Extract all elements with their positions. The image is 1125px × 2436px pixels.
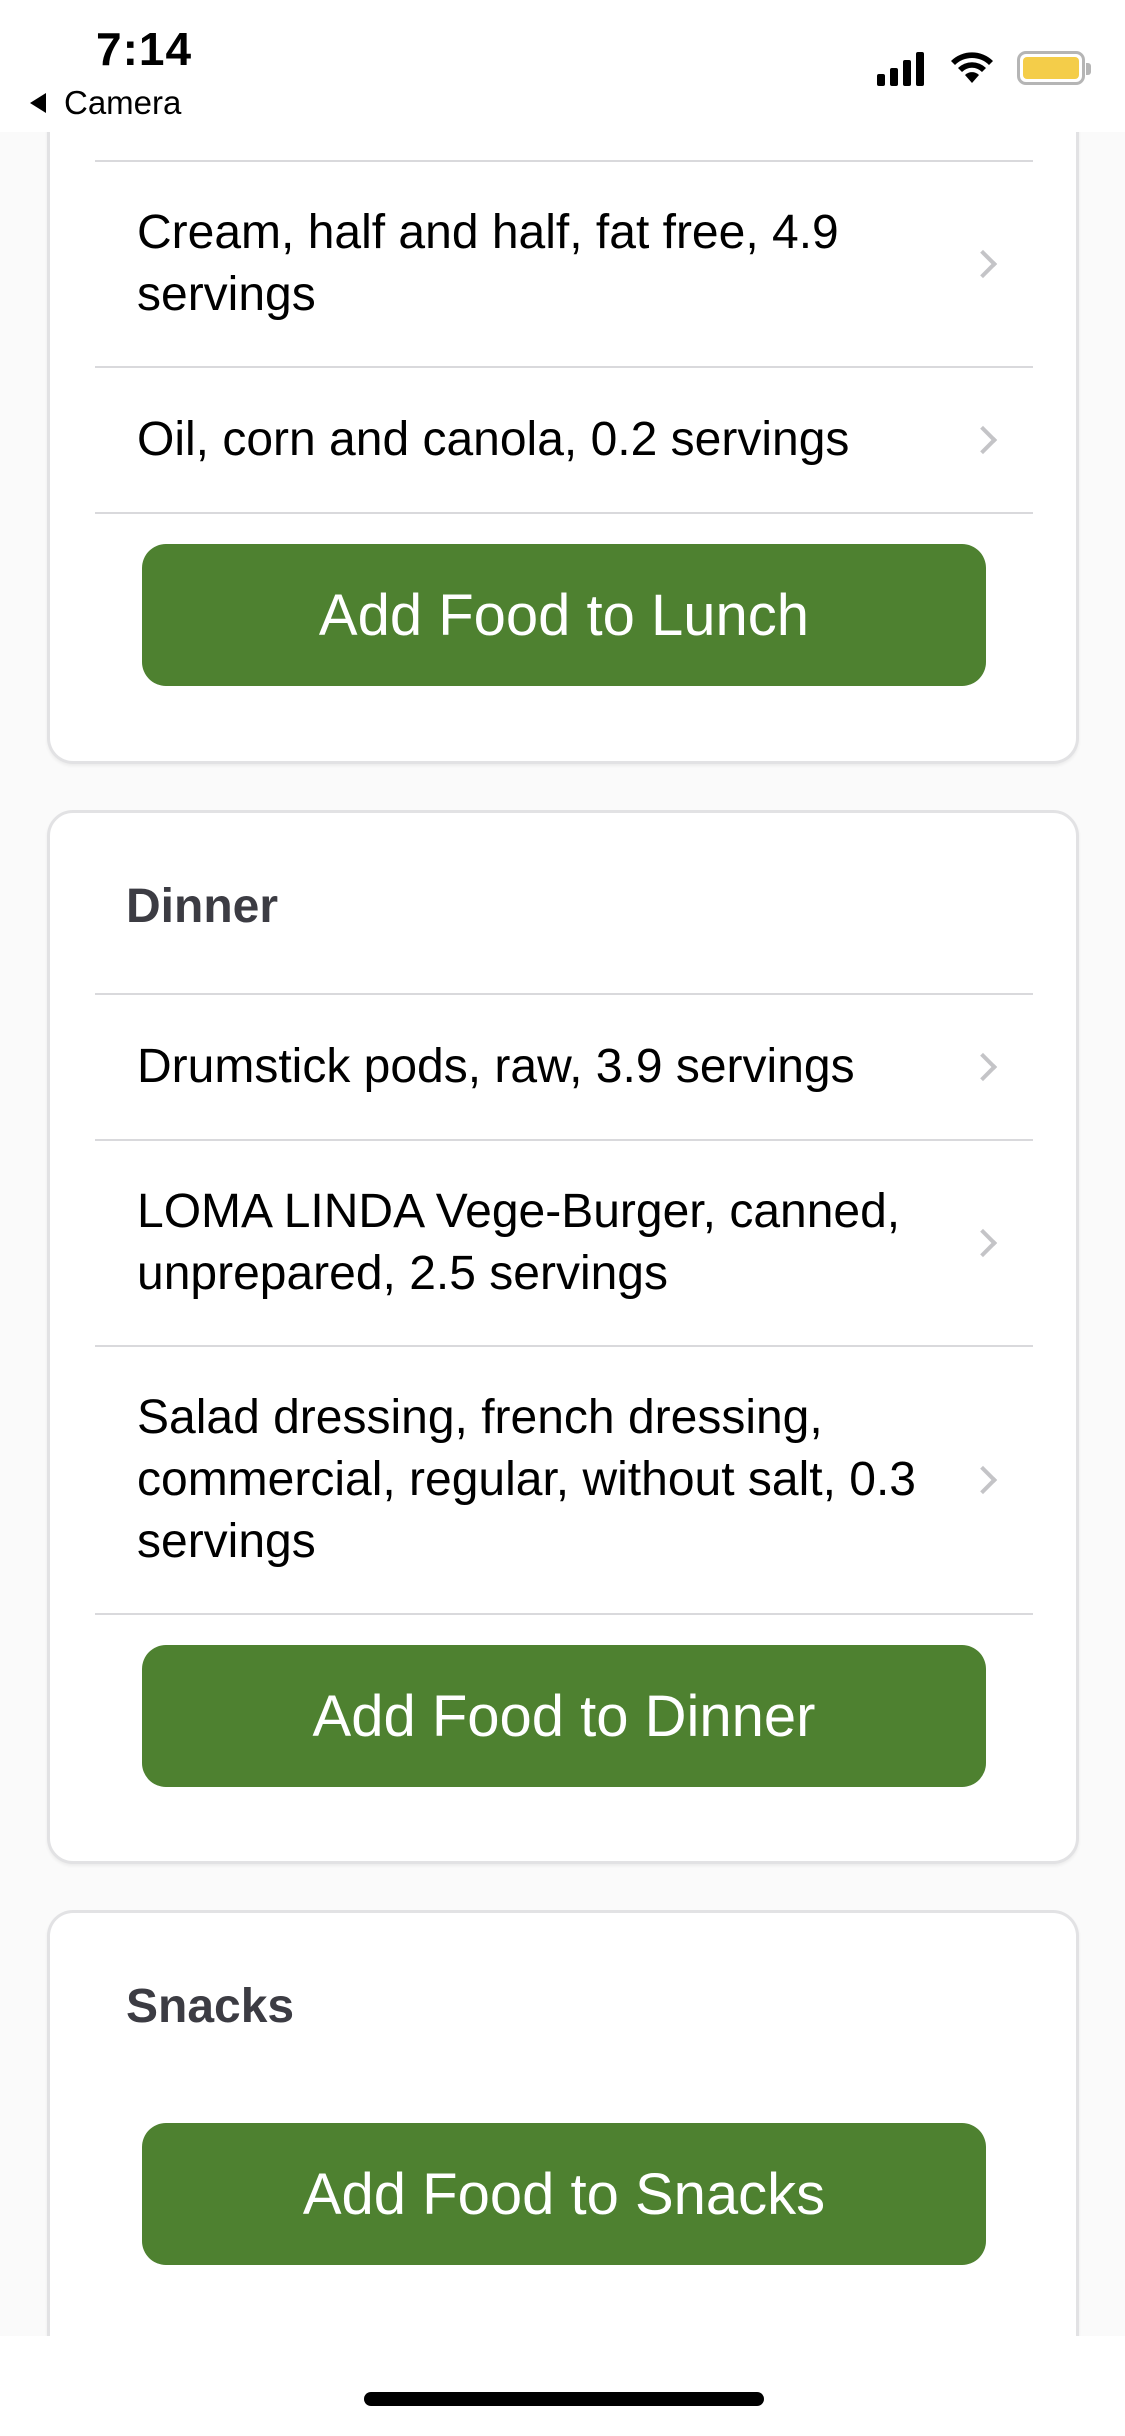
add-food-lunch-button[interactable]: Add Food to Lunch: [142, 544, 986, 686]
food-row-label: LOMA LINDA Vege-Burger, canned, unprepar…: [137, 1185, 901, 1300]
food-row[interactable]: Salad dressing, french dressing, commerc…: [95, 1345, 1033, 1613]
food-row[interactable]: Cream, half and half, fat free, 4.9 serv…: [95, 160, 1033, 366]
dinner-card: Dinner Drumstick pods, raw, 3.9 servings…: [47, 810, 1079, 1864]
wifi-icon: [951, 52, 993, 83]
food-row-label: Cream, half and half, fat free, 4.9 serv…: [137, 206, 839, 321]
section-title-snacks: Snacks: [126, 1980, 295, 2033]
battery-icon: [1017, 51, 1091, 85]
lunch-card: Cream, half and half, fat free, 4.9 serv…: [47, 100, 1079, 764]
status-time: 7:14: [96, 23, 193, 75]
food-row[interactable]: Drumstick pods, raw, 3.9 servings: [95, 993, 1033, 1139]
status-bar: 7:14 Camera: [0, 0, 1125, 132]
back-to-app-button[interactable]: Camera: [30, 84, 181, 122]
home-indicator[interactable]: [364, 2392, 764, 2406]
status-icons: [877, 50, 1091, 86]
cellular-signal-icon: [877, 50, 929, 86]
chevron-right-icon: [968, 1052, 998, 1082]
food-row-label: Oil, corn and canola, 0.2 servings: [137, 413, 850, 466]
food-row-label: Drumstick pods, raw, 3.9 servings: [137, 1040, 855, 1093]
food-row[interactable]: Oil, corn and canola, 0.2 servings: [95, 366, 1033, 512]
food-row[interactable]: LOMA LINDA Vege-Burger, canned, unprepar…: [95, 1139, 1033, 1345]
divider: [95, 1613, 1033, 1615]
add-food-dinner-button[interactable]: Add Food to Dinner: [142, 1645, 986, 1787]
battery-level: [1023, 57, 1079, 79]
bottom-safe-area: [0, 2336, 1125, 2436]
back-app-label: Camera: [64, 84, 182, 121]
divider: [95, 512, 1033, 514]
back-triangle-icon: [30, 93, 46, 113]
chevron-right-icon: [968, 425, 998, 455]
section-title-dinner: Dinner: [126, 880, 279, 933]
add-food-snacks-button[interactable]: Add Food to Snacks: [142, 2123, 986, 2265]
food-row-label: Salad dressing, french dressing, commerc…: [137, 1391, 916, 1568]
screen: 7:14 Camera Cream, half and half, fat fr…: [0, 0, 1125, 2436]
